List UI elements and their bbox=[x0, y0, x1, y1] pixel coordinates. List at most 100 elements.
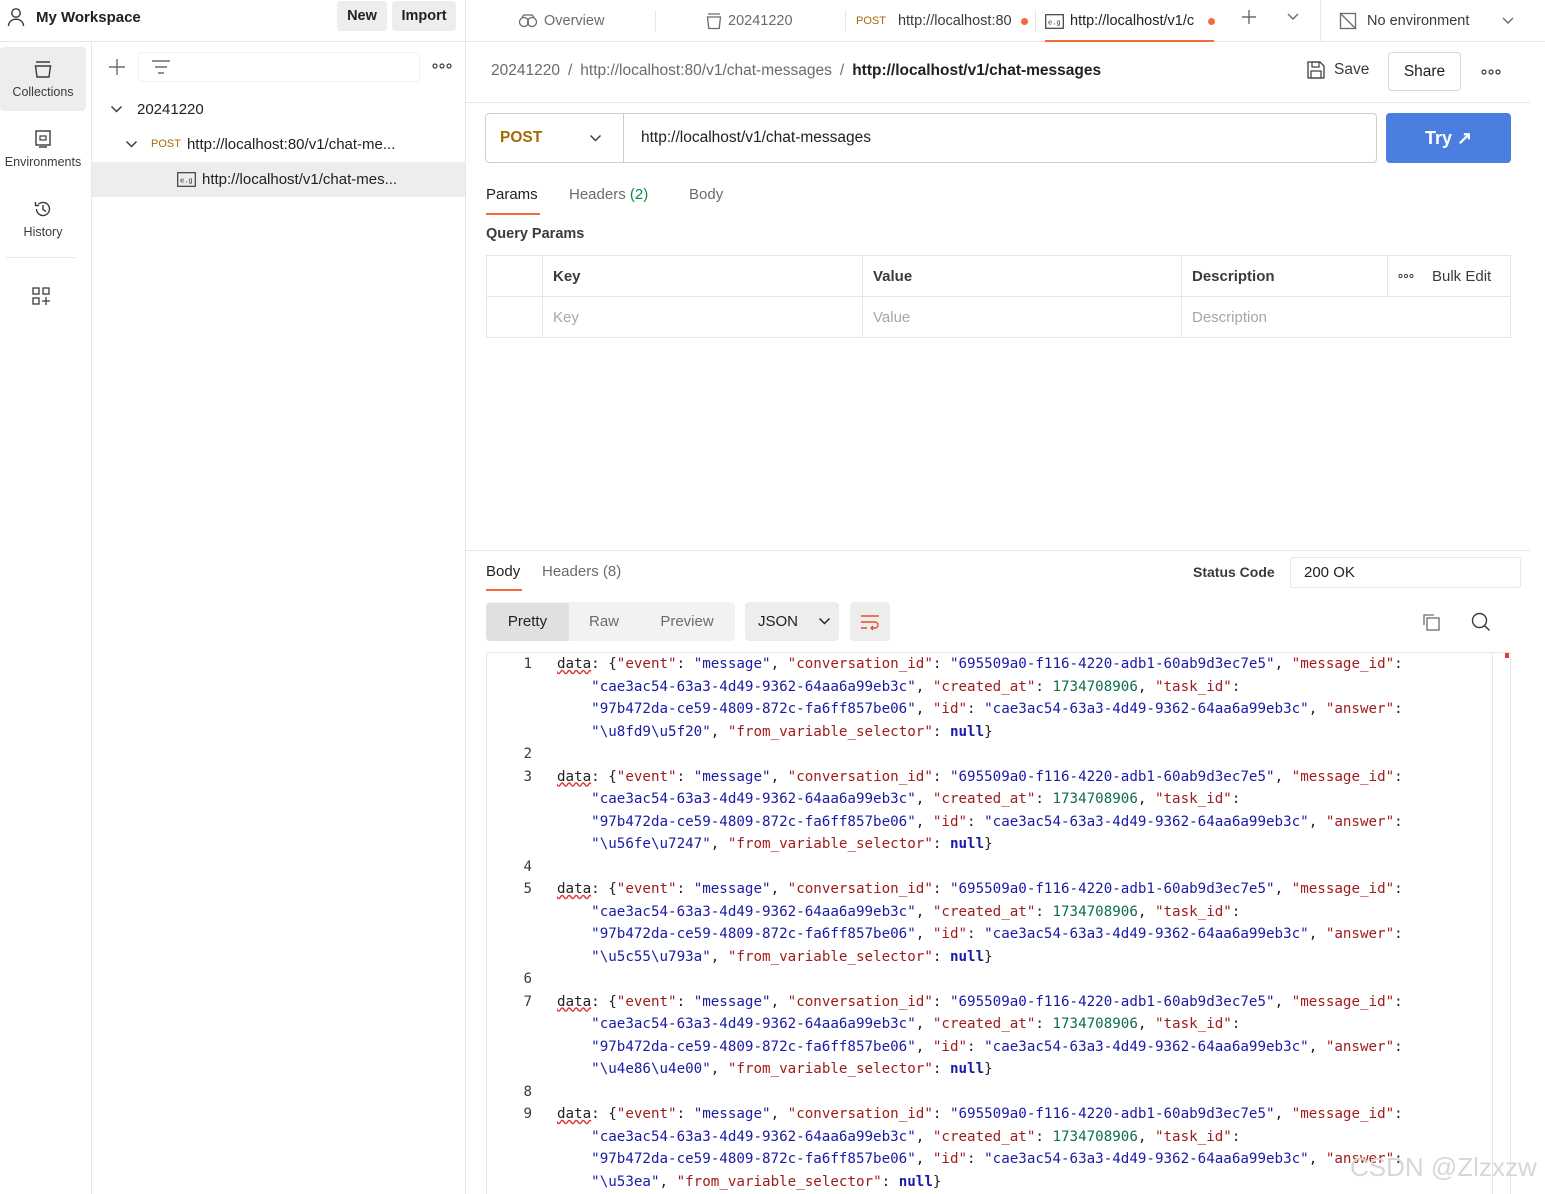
format-value: JSON bbox=[758, 613, 799, 630]
new-button[interactable]: New bbox=[337, 1, 387, 31]
more-icon[interactable] bbox=[1398, 273, 1414, 279]
tab-collection[interactable]: 20241220 bbox=[706, 0, 836, 42]
tab-divider bbox=[1035, 10, 1036, 32]
code-line: "cae3ac54-63a3-4d49-9362-64aa6a99eb3c", … bbox=[591, 1128, 1241, 1145]
status-code-label: Status Code bbox=[1193, 564, 1275, 580]
col-value: Value bbox=[862, 255, 1182, 297]
chevron-down-icon[interactable] bbox=[1286, 12, 1300, 22]
more-icon[interactable] bbox=[432, 63, 452, 69]
query-params-table: Key Value Description Bulk Edit Key Valu… bbox=[486, 255, 1511, 338]
checkbox-col bbox=[486, 255, 543, 297]
line-number: 7 bbox=[523, 993, 532, 1010]
tab-example-active[interactable]: e.g http://localhost/v1/c bbox=[1045, 0, 1215, 42]
collection-icon bbox=[33, 59, 53, 79]
breadcrumb-separator: / bbox=[567, 62, 573, 79]
tab-headers[interactable]: Headers (2) bbox=[569, 186, 648, 203]
scroll-marker bbox=[1505, 653, 1509, 658]
code-line: "cae3ac54-63a3-4d49-9362-64aa6a99eb3c", … bbox=[591, 1016, 1241, 1032]
key-input[interactable]: Key bbox=[542, 296, 863, 338]
code-line: "\u4e86\u4e00", "from_variable_selector"… bbox=[591, 1061, 993, 1077]
breadcrumb-collection[interactable]: 20241220 bbox=[491, 62, 560, 80]
code-line: data: {"event": "message", "conversation… bbox=[557, 993, 1403, 1010]
line-number: 4 bbox=[523, 858, 532, 875]
editor-scrollbar-track[interactable] bbox=[1492, 652, 1493, 1194]
watermark: CSDN @Zlzxzw bbox=[1350, 1152, 1537, 1182]
format-select[interactable]: JSON bbox=[745, 602, 839, 641]
value-input[interactable]: Value bbox=[862, 296, 1182, 338]
tab-body[interactable]: Body bbox=[689, 186, 723, 203]
bulk-edit-button[interactable]: Bulk Edit bbox=[1432, 268, 1491, 285]
rail-label: History bbox=[23, 225, 63, 239]
row-checkbox[interactable] bbox=[486, 296, 543, 338]
tab-label: Headers bbox=[542, 563, 599, 580]
rail-history[interactable]: History bbox=[0, 187, 86, 251]
description-input[interactable]: Description bbox=[1181, 296, 1511, 338]
user-icon bbox=[7, 7, 25, 27]
code-line: data: {"event": "message", "conversation… bbox=[557, 881, 1403, 897]
workspace-title[interactable]: My Workspace bbox=[36, 9, 141, 26]
col-description: Description bbox=[1181, 255, 1388, 297]
wrap-icon bbox=[860, 613, 880, 631]
headers-count: (8) bbox=[602, 563, 622, 580]
save-button[interactable]: Save bbox=[1306, 60, 1369, 80]
code-line: "97b472da-ce59-4809-872c-fa6ff857be06", … bbox=[591, 926, 1403, 942]
more-icon[interactable] bbox=[1481, 69, 1501, 75]
breadcrumb: 20241220 / http://localhost:80/v1/chat-m… bbox=[491, 62, 1101, 80]
code-line: "97b472da-ce59-4809-872c-fa6ff857be06", … bbox=[591, 813, 1403, 830]
line-number: 3 bbox=[523, 768, 532, 785]
plus-icon[interactable] bbox=[108, 58, 126, 76]
share-button[interactable]: Share bbox=[1388, 52, 1461, 91]
example-icon: e.g bbox=[1045, 13, 1064, 29]
url-input[interactable]: http://localhost/v1/chat-messages bbox=[641, 129, 871, 147]
code-line: "\u8fd9\u5f20", "from_variable_selector"… bbox=[591, 723, 993, 740]
response-body-underline bbox=[486, 589, 522, 591]
breadcrumb-separator: / bbox=[839, 62, 845, 79]
tab-label: http://localhost/v1/c bbox=[1070, 13, 1195, 29]
tree-example[interactable]: e.g http://localhost/v1/chat-mes... bbox=[92, 162, 465, 197]
breadcrumb-divider bbox=[466, 102, 1530, 103]
environment-selector[interactable]: No environment bbox=[1339, 0, 1515, 42]
code-line: "cae3ac54-63a3-4d49-9362-64aa6a99eb3c", … bbox=[591, 678, 1241, 695]
tab-overview[interactable]: Overview bbox=[518, 0, 648, 42]
plus-icon[interactable] bbox=[1240, 8, 1258, 26]
headers-count: (2) bbox=[629, 186, 649, 203]
col-key: Key bbox=[542, 255, 863, 297]
rail-label: Collections bbox=[12, 85, 74, 99]
table-header-row: Key Value Description Bulk Edit bbox=[486, 255, 1511, 297]
tab-params[interactable]: Params bbox=[486, 186, 538, 203]
view-pretty[interactable]: Pretty bbox=[486, 602, 569, 641]
view-preview[interactable]: Preview bbox=[639, 603, 735, 641]
response-tab-headers[interactable]: Headers (8) bbox=[542, 563, 621, 580]
filter-input[interactable] bbox=[138, 52, 420, 82]
response-tab-body[interactable]: Body bbox=[486, 563, 520, 580]
code-line: "97b472da-ce59-4809-872c-fa6ff857be06", … bbox=[591, 1038, 1403, 1055]
tab-post-request[interactable]: POST http://localhost:80 bbox=[856, 0, 1028, 42]
code-line: "\u5c55\u793a", "from_variable_selector"… bbox=[591, 948, 993, 965]
code-line: data: {"event": "message", "conversation… bbox=[557, 768, 1403, 785]
save-label: Save bbox=[1334, 61, 1370, 78]
code-line: data: {"event": "message", "conversation… bbox=[557, 656, 1403, 672]
rail-environments[interactable]: Environments bbox=[0, 117, 86, 181]
wrap-button[interactable] bbox=[850, 602, 890, 641]
search-icon[interactable] bbox=[1471, 612, 1491, 632]
environments-icon bbox=[33, 129, 53, 149]
import-button[interactable]: Import bbox=[392, 1, 456, 31]
copy-icon[interactable] bbox=[1421, 612, 1441, 632]
rail-collections[interactable]: Collections bbox=[0, 47, 86, 111]
tree-request[interactable]: POST http://localhost:80/v1/chat-me... bbox=[92, 127, 465, 161]
chevron-down-icon bbox=[1501, 16, 1515, 26]
tab-divider bbox=[655, 10, 656, 32]
view-raw[interactable]: Raw bbox=[569, 603, 639, 641]
breadcrumb-request[interactable]: http://localhost:80/v1/chat-messages bbox=[580, 62, 832, 80]
line-number: 1 bbox=[523, 656, 532, 672]
try-button[interactable]: Try ↗ bbox=[1386, 113, 1511, 163]
environment-label: No environment bbox=[1367, 13, 1470, 29]
history-icon bbox=[33, 199, 53, 219]
method-select[interactable]: POST bbox=[486, 114, 624, 162]
method-value: POST bbox=[500, 129, 543, 146]
tab-divider bbox=[845, 10, 846, 32]
add-apps-icon[interactable] bbox=[31, 286, 51, 306]
code-line: "cae3ac54-63a3-4d49-9362-64aa6a99eb3c", … bbox=[591, 903, 1241, 920]
tree-collection[interactable]: 20241220 bbox=[92, 92, 465, 126]
bulk-edit-cell: Bulk Edit bbox=[1387, 255, 1511, 297]
